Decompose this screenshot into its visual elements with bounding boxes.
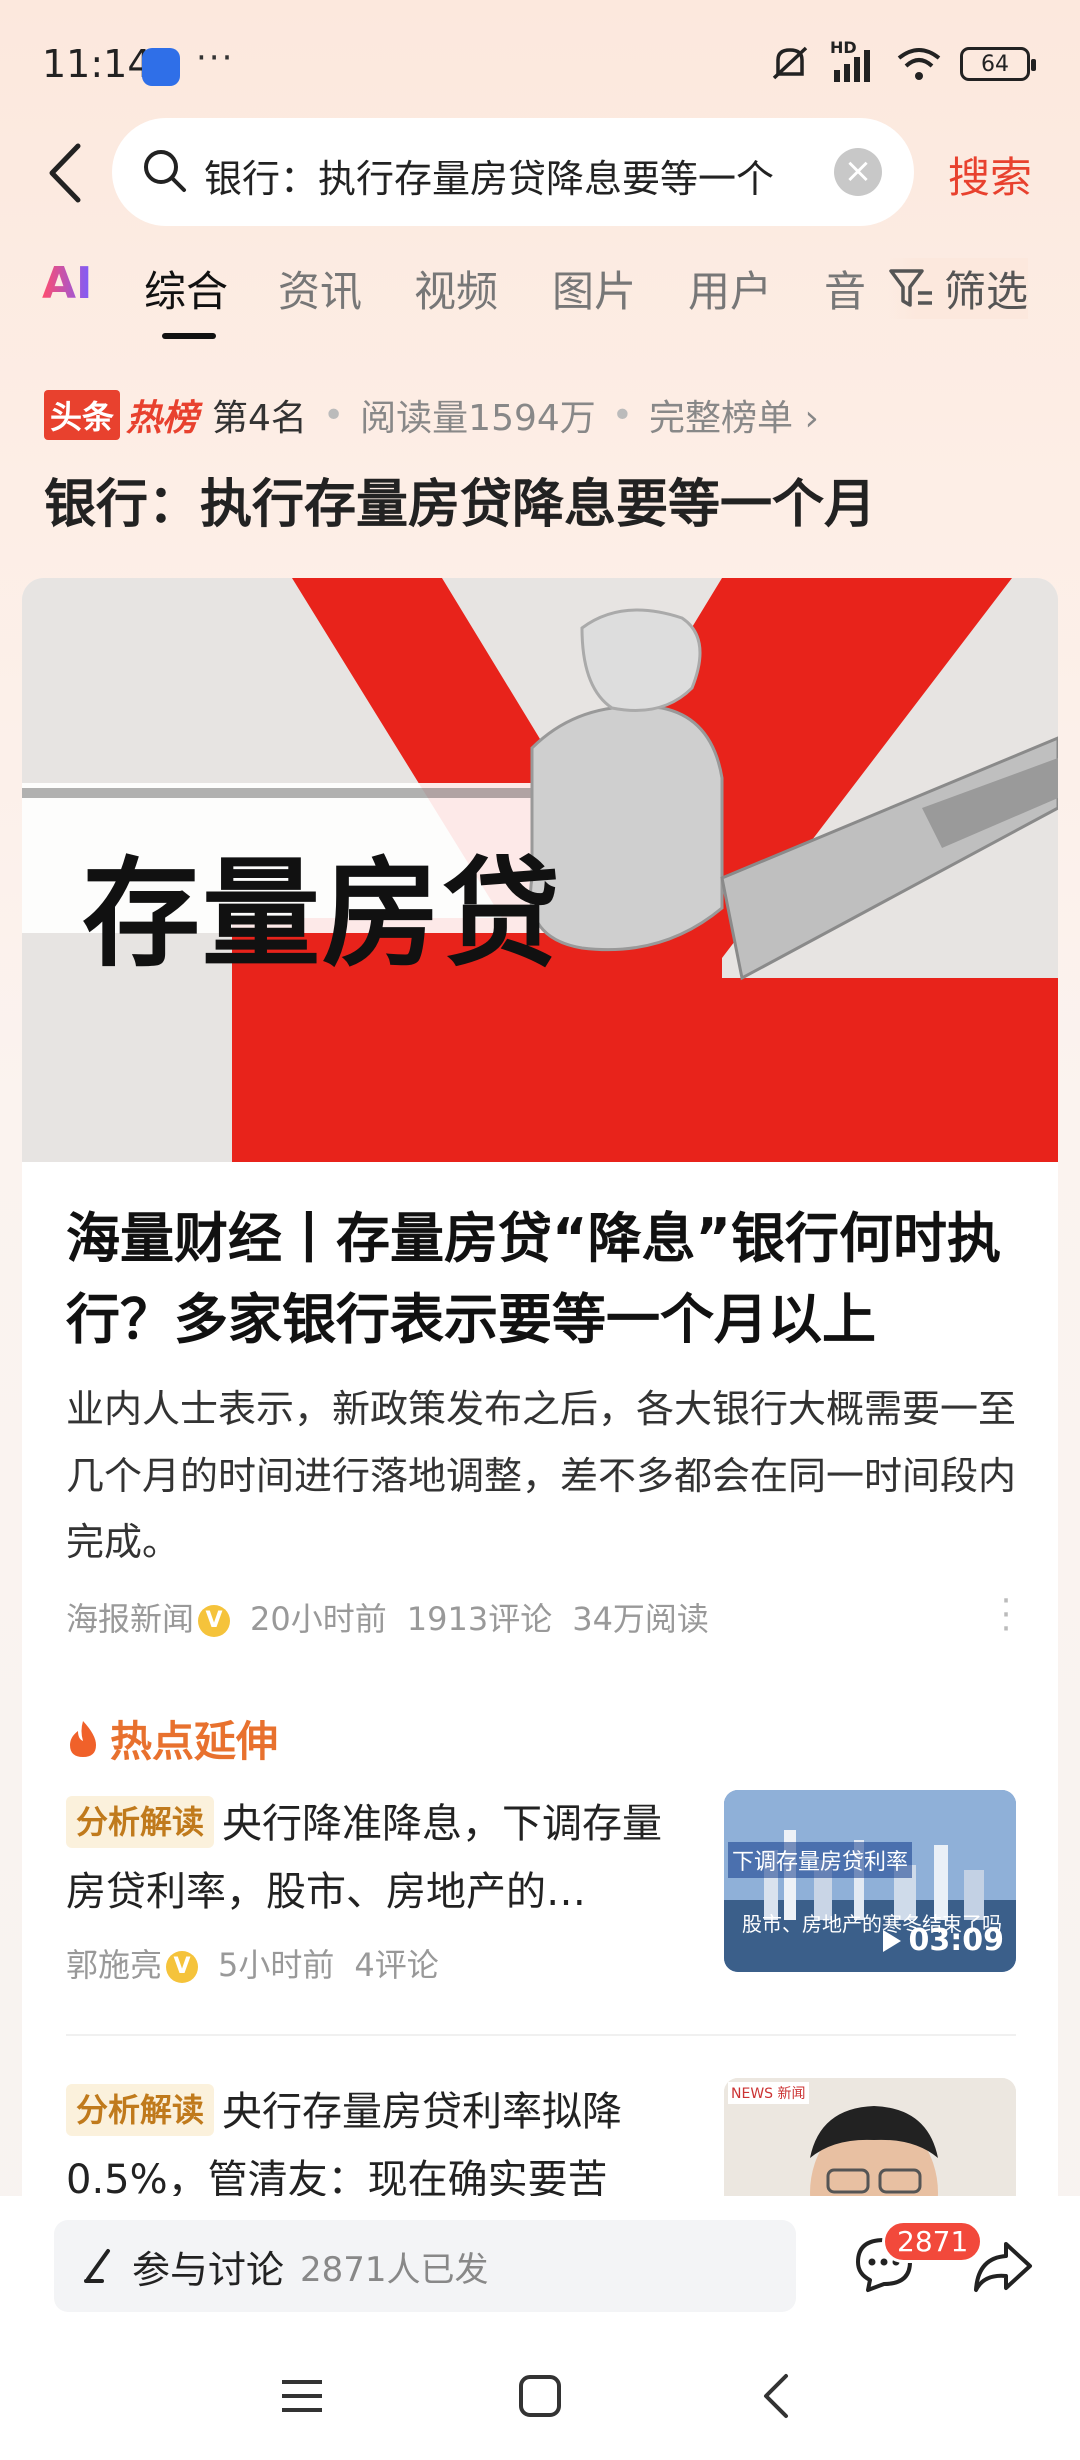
home-nav-icon[interactable] bbox=[518, 2374, 562, 2418]
search-query[interactable]: 银行：执行存量房贷降息要等一个 bbox=[204, 148, 814, 203]
clear-icon[interactable]: × bbox=[834, 148, 882, 196]
list-item[interactable]: 分析解读 央行降准降息，下调存量房贷利率，股市、房地产的… 郭施亮 V 5小时前 4… bbox=[66, 1790, 1016, 1990]
battery-icon: 64 bbox=[960, 47, 1036, 81]
back-arrow-icon[interactable] bbox=[40, 140, 100, 206]
tab-users[interactable]: 用户 bbox=[688, 258, 772, 319]
toutiao-logo: 头条 bbox=[44, 390, 121, 440]
hot-list-info: 头条 热榜 第4名 • 阅读量1594万 • 完整榜单 › bbox=[44, 388, 819, 442]
bullet-separator: • bbox=[322, 394, 345, 436]
hot-rank: 第4名 bbox=[212, 398, 307, 439]
analysis-tag: 分析解读 bbox=[66, 1796, 215, 1848]
full-list-link[interactable]: 完整榜单 › bbox=[649, 389, 819, 441]
bottom-bar: 参与讨论 2871人已发 2871 bbox=[0, 2196, 1080, 2460]
comment-count-badge: 2871 bbox=[882, 2220, 984, 2263]
hot-list-logo: 热榜 bbox=[126, 398, 199, 439]
verified-icon: V bbox=[166, 1951, 199, 1983]
search-header: 银行：执行存量房贷降息要等一个 × 搜索 bbox=[0, 118, 1080, 228]
divider bbox=[66, 2034, 1016, 2036]
menu-nav-icon[interactable] bbox=[280, 2376, 324, 2416]
hot-extension-title: 热点延伸 bbox=[110, 1717, 279, 1766]
more-notifications-icon: ··· bbox=[196, 38, 235, 78]
network-label: HD bbox=[830, 38, 857, 57]
tab-comprehensive[interactable]: 综合 bbox=[144, 258, 228, 339]
list-item-text[interactable]: 分析解读 央行降准降息，下调存量房贷利率，股市、房地产的… bbox=[66, 1790, 686, 1926]
bullet-separator: • bbox=[611, 394, 634, 436]
hot-reads: 阅读量1594万 bbox=[360, 398, 596, 439]
search-icon bbox=[144, 150, 186, 192]
status-bar: 11:14 ··· HD 64 bbox=[0, 0, 1080, 130]
play-icon bbox=[882, 1929, 901, 1952]
filter-label: 筛选 bbox=[944, 267, 1029, 316]
play-duration: 03:09 bbox=[881, 1923, 1005, 1958]
wifi-icon bbox=[897, 48, 941, 80]
video-thumbnail[interactable]: 下调存量房贷利率 股市、房地产的寒冬结束了吗 03:09 bbox=[724, 1790, 1016, 1972]
thumb-title: 下调存量房贷利率 bbox=[728, 1842, 913, 1878]
tab-images[interactable]: 图片 bbox=[552, 258, 636, 319]
status-icons: HD 64 bbox=[768, 38, 1036, 84]
pen-icon bbox=[84, 2249, 110, 2283]
tab-news[interactable]: 资讯 bbox=[278, 258, 362, 319]
article-body[interactable]: 海量财经丨存量房贷“降息”银行何时执行？多家银行表示要等一个月以上 业内人士表示… bbox=[66, 1198, 1017, 1646]
signal-icon: HD bbox=[830, 38, 878, 84]
page-title: 银行：执行存量房贷降息要等一个月 bbox=[44, 475, 877, 535]
system-navigation-bar bbox=[0, 2346, 1080, 2446]
article-reads: 34万阅读 bbox=[572, 1599, 709, 1638]
source-name: 海报新闻 bbox=[66, 1599, 195, 1638]
item-time: 5小时前 bbox=[218, 1946, 335, 1984]
list-item-text[interactable]: 分析解读 央行存量房贷利率拟降0.5%，管清友：现在确实要苦 bbox=[66, 2078, 686, 2214]
tab-video[interactable]: 视频 bbox=[414, 258, 498, 319]
discuss-label: 参与讨论 bbox=[132, 2247, 285, 2292]
more-options-icon[interactable]: · · · bbox=[996, 1584, 1016, 1646]
article-title[interactable]: 海量财经丨存量房贷“降息”银行何时执行？多家银行表示要等一个月以上 bbox=[66, 1198, 1016, 1360]
item-author: 郭施亮 bbox=[66, 1946, 163, 1984]
article-card[interactable]: 存量房贷 海量财经丨存量房贷“降息”银行何时执行？多家银行表示要等一个月以上 业… bbox=[22, 578, 1058, 2278]
news-logo: NEWS 新闻 bbox=[728, 2082, 809, 2104]
article-source[interactable]: 海报新闻 V bbox=[66, 1594, 231, 1640]
filter-icon bbox=[889, 268, 932, 307]
discuss-input[interactable]: 参与讨论 2871人已发 bbox=[54, 2220, 796, 2312]
status-time: 11:14 bbox=[42, 42, 152, 86]
flame-icon bbox=[70, 1720, 96, 1757]
verified-icon: V bbox=[198, 1604, 231, 1637]
analysis-tag: 分析解读 bbox=[66, 2084, 215, 2136]
filter-button[interactable]: 筛选 bbox=[888, 258, 1029, 319]
mute-icon bbox=[772, 46, 808, 80]
discuss-count: 2871人已发 bbox=[300, 2249, 489, 2290]
article-comments: 1913评论 bbox=[406, 1599, 553, 1638]
back-nav-icon[interactable] bbox=[758, 2372, 794, 2420]
article-time: 20小时前 bbox=[250, 1599, 387, 1638]
share-icon[interactable] bbox=[970, 2234, 1034, 2298]
hero-text: 存量房贷 bbox=[82, 845, 563, 983]
search-button[interactable]: 搜索 bbox=[948, 144, 1032, 205]
search-input[interactable]: 银行：执行存量房贷降息要等一个 × bbox=[112, 118, 914, 226]
tab-audio[interactable]: 音 bbox=[824, 258, 866, 319]
app-notification-icon bbox=[142, 48, 180, 86]
list-item-meta: 郭施亮 V 5小时前 4评论 bbox=[66, 1940, 439, 1986]
article-hero-image[interactable]: 存量房贷 bbox=[22, 578, 1058, 1162]
article-meta: 海报新闻 V 20小时前 1913评论 34万阅读 · · · bbox=[66, 1584, 1016, 1646]
search-tabs: AI 综合 资讯 视频 图片 用户 音 筛选 bbox=[0, 258, 1080, 339]
tab-ai[interactable]: AI bbox=[42, 258, 92, 309]
item-comments: 4评论 bbox=[354, 1946, 439, 1984]
video-duration: 03:09 bbox=[908, 1923, 1005, 1958]
hot-extension-header: 热点延伸 bbox=[66, 1708, 278, 1769]
article-summary: 业内人士表示，新政策发布之后，各大银行大概需要一至几个月的时间进行落地调整，差不… bbox=[66, 1387, 1017, 1564]
